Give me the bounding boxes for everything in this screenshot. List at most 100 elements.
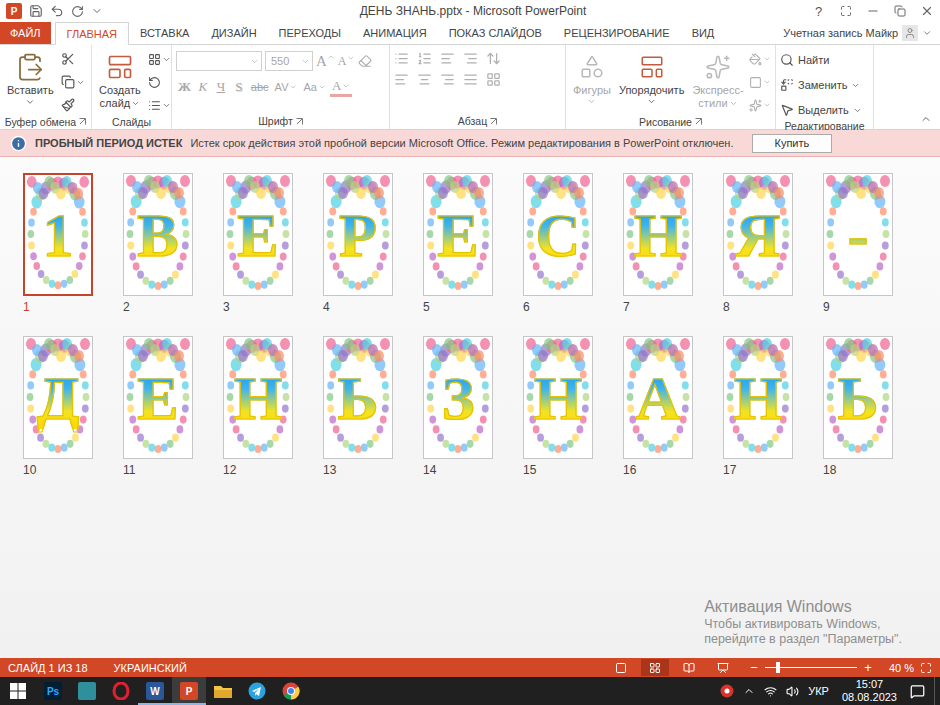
shadow-button[interactable]: S bbox=[231, 77, 247, 97]
slide-item[interactable]: Н15 bbox=[523, 336, 593, 477]
opera-taskbar-button[interactable] bbox=[104, 677, 138, 705]
arrange-button[interactable]: Упорядочить bbox=[616, 48, 687, 114]
slide-thumbnail[interactable]: С bbox=[523, 173, 593, 296]
shapes-button[interactable]: Фигуры bbox=[570, 48, 614, 114]
zoom-slider[interactable] bbox=[765, 667, 857, 668]
app-taskbar-button[interactable] bbox=[70, 677, 104, 705]
slide-thumbnail[interactable]: Н bbox=[223, 336, 293, 459]
customize-icon[interactable] bbox=[91, 5, 103, 17]
spacing-button[interactable]: AV bbox=[273, 77, 300, 97]
shape-fill-button[interactable] bbox=[749, 50, 771, 68]
bold-button[interactable]: Ж bbox=[176, 77, 193, 97]
normal-view-button[interactable] bbox=[607, 659, 635, 676]
slide-thumbnail[interactable]: - bbox=[823, 173, 893, 296]
photoshop-taskbar-button[interactable]: Ps bbox=[36, 677, 70, 705]
align-center-icon[interactable] bbox=[417, 72, 432, 87]
slide-item[interactable]: З14 bbox=[423, 336, 493, 477]
shrink-font-button[interactable]: A bbox=[338, 54, 355, 69]
notifications-icon[interactable] bbox=[910, 684, 925, 699]
slide-thumbnail[interactable]: Н bbox=[623, 173, 693, 296]
undo-icon[interactable] bbox=[50, 4, 64, 18]
slide-thumbnail[interactable]: Н bbox=[723, 336, 793, 459]
ribbon-tab[interactable]: ФАЙЛ bbox=[0, 22, 51, 44]
ribbon-tab[interactable]: ПОКАЗ СЛАЙДОВ bbox=[438, 22, 553, 44]
slide-item[interactable]: Я8 bbox=[723, 173, 793, 314]
slide-thumbnail[interactable]: Е bbox=[423, 173, 493, 296]
columns-icon[interactable] bbox=[486, 72, 501, 87]
dialog-launcher-icon[interactable] bbox=[296, 118, 303, 125]
word-taskbar-button[interactable]: W bbox=[138, 677, 172, 705]
align-right-icon[interactable] bbox=[440, 72, 455, 87]
italic-button[interactable]: К bbox=[195, 77, 211, 97]
zoom-in-button[interactable]: + bbox=[863, 660, 873, 675]
volume-icon[interactable] bbox=[786, 685, 799, 698]
ribbon-tab[interactable]: ВИД bbox=[681, 22, 726, 44]
slide-item[interactable]: Е3 bbox=[223, 173, 293, 314]
slide-thumbnail[interactable]: В bbox=[123, 173, 193, 296]
help-button[interactable]: ? bbox=[805, 0, 832, 22]
bullets-icon[interactable] bbox=[394, 51, 409, 66]
ribbon-tab[interactable]: РЕЦЕНЗИРОВАНИЕ bbox=[553, 22, 681, 44]
line-spacing-icon[interactable] bbox=[486, 51, 501, 66]
paste-button[interactable]: Вставить bbox=[4, 48, 57, 114]
slide-item[interactable]: Е5 bbox=[423, 173, 493, 314]
restore-button[interactable] bbox=[886, 0, 913, 22]
zoom-thumb[interactable] bbox=[776, 662, 780, 673]
numbering-icon[interactable] bbox=[417, 51, 432, 66]
strike-button[interactable]: abc bbox=[249, 77, 271, 97]
grow-font-button[interactable]: A bbox=[316, 53, 335, 70]
styles-button[interactable]: Экспресс-стили bbox=[689, 48, 746, 114]
slide-item[interactable]: Ь13 bbox=[323, 336, 393, 477]
slide-item[interactable]: Ь18 bbox=[823, 336, 893, 477]
dialog-launcher-icon[interactable] bbox=[695, 118, 702, 125]
slide-item[interactable]: Н12 bbox=[223, 336, 293, 477]
collapse-ribbon-icon[interactable] bbox=[920, 113, 932, 125]
powerpoint-app-icon[interactable]: P bbox=[6, 3, 22, 19]
replace-button[interactable]: Заменить bbox=[780, 75, 862, 95]
slide-item[interactable]: Н7 bbox=[623, 173, 693, 314]
slide-item[interactable]: В2 bbox=[123, 173, 193, 314]
network-icon[interactable] bbox=[764, 685, 777, 698]
slide-item[interactable]: -9 bbox=[823, 173, 893, 314]
input-language[interactable]: УКР bbox=[808, 685, 829, 697]
slide-thumbnail[interactable]: 1 bbox=[23, 173, 93, 296]
show-desktop-button[interactable] bbox=[934, 677, 940, 705]
start-button[interactable] bbox=[0, 677, 36, 705]
case-button[interactable]: Aa bbox=[301, 77, 327, 97]
cut-button[interactable] bbox=[61, 50, 85, 68]
ribbon-tab[interactable]: АНИМАЦИЯ bbox=[352, 22, 438, 44]
underline-button[interactable]: Ч bbox=[213, 77, 229, 97]
shape-outline-button[interactable] bbox=[749, 73, 771, 91]
slide-thumbnail[interactable]: А bbox=[623, 336, 693, 459]
slide-item[interactable]: 11 bbox=[23, 173, 93, 314]
show-hidden-icons-icon[interactable] bbox=[743, 685, 755, 697]
explorer-taskbar-button[interactable] bbox=[206, 677, 240, 705]
align-left-icon[interactable] bbox=[394, 72, 409, 87]
slide-item[interactable]: Е11 bbox=[123, 336, 193, 477]
decrease-indent-icon[interactable] bbox=[440, 51, 455, 66]
ribbon-tab[interactable]: ГЛАВНАЯ bbox=[55, 22, 129, 45]
justify-icon[interactable] bbox=[463, 72, 478, 87]
copy-button[interactable] bbox=[61, 73, 85, 91]
slide-thumbnail[interactable]: Е bbox=[123, 336, 193, 459]
zoom-level[interactable]: 40 % bbox=[889, 662, 914, 674]
ribbon-tab[interactable]: ВСТАВКА bbox=[129, 22, 200, 44]
slide-item[interactable]: Р4 bbox=[323, 173, 393, 314]
new-slide-button[interactable]: Создатьслайд bbox=[96, 48, 144, 114]
shape-effects-button[interactable] bbox=[749, 96, 771, 114]
format-painter-button[interactable] bbox=[61, 96, 85, 114]
language[interactable]: УКРАИНСКИЙ bbox=[114, 662, 187, 674]
slide-thumbnail[interactable]: Ь bbox=[323, 336, 393, 459]
find-button[interactable]: Найти bbox=[780, 50, 862, 70]
save-icon[interactable] bbox=[29, 4, 43, 18]
account-menu[interactable]: Учетная запись Майкр bbox=[783, 22, 940, 44]
redo-icon[interactable] bbox=[71, 5, 84, 18]
slide-item[interactable]: Н17 bbox=[723, 336, 793, 477]
ribbon-tab[interactable]: ПЕРЕХОДЫ bbox=[268, 22, 352, 44]
slide-thumbnail[interactable]: Н bbox=[523, 336, 593, 459]
slide-thumbnail[interactable]: З bbox=[423, 336, 493, 459]
dialog-launcher-icon[interactable] bbox=[490, 118, 497, 125]
slide-item[interactable]: А16 bbox=[623, 336, 693, 477]
font-name-field[interactable] bbox=[176, 51, 262, 71]
sorter-view-button[interactable] bbox=[641, 659, 669, 676]
